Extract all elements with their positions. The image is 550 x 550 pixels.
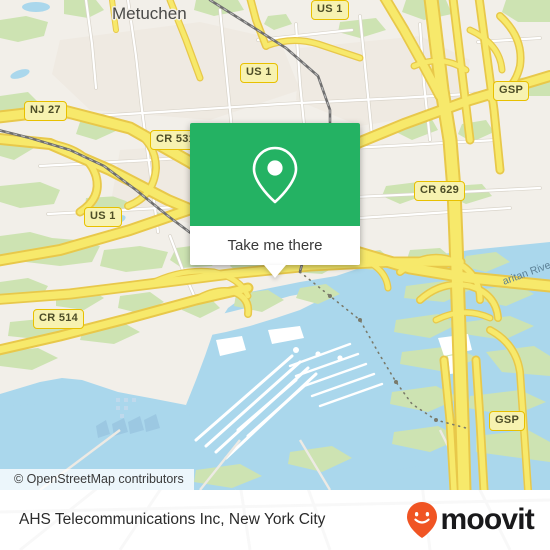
osm-attribution[interactable]: © OpenStreetMap contributors [0, 469, 194, 490]
road-shield-us-1-left[interactable]: US 1 [84, 207, 122, 227]
moovit-wordmark: moovit [440, 503, 534, 536]
popup-icon-area [190, 123, 360, 226]
road-shield-nj-27[interactable]: NJ 27 [24, 101, 67, 121]
road-shield-gsp-lower[interactable]: GSP [489, 411, 526, 431]
location-popup-card[interactable]: Take me there [190, 123, 360, 278]
moovit-brand[interactable]: moovit [405, 500, 535, 540]
page-title: AHS Telecommunications Inc, New York Cit… [19, 511, 326, 528]
road-shield-us-1-upper[interactable]: US 1 [240, 63, 278, 83]
road-shield-cr-514[interactable]: CR 514 [33, 309, 85, 329]
footer-bar: AHS Telecommunications Inc, New York Cit… [0, 490, 550, 550]
road-shield-gsp-upper[interactable]: GSP [493, 81, 530, 101]
take-me-there-label: Take me there [227, 237, 323, 254]
road-shield-cr-629[interactable]: CR 629 [414, 181, 466, 201]
map-screenshot-root: Metuchen aritan River US 1 US 1 GSP NJ 2… [0, 0, 550, 550]
road-shield-us-1-top[interactable]: US 1 [311, 0, 349, 20]
popup-action-area[interactable]: Take me there [190, 226, 360, 278]
popup-tail-pointer [264, 265, 286, 278]
map-pin-icon [252, 146, 298, 203]
moovit-smiley-pin-icon [407, 502, 438, 538]
map-canvas[interactable]: Metuchen aritan River US 1 US 1 GSP NJ 2… [0, 0, 550, 490]
place-label-metuchen: Metuchen [112, 4, 187, 23]
